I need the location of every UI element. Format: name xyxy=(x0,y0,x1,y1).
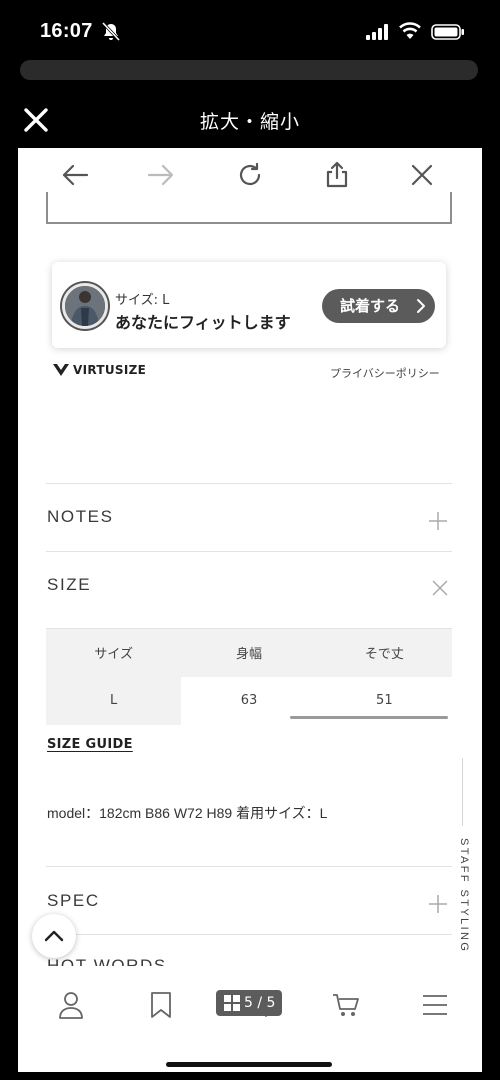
back-arrow-icon[interactable] xyxy=(58,158,92,192)
scroll-to-top-button[interactable] xyxy=(32,914,76,958)
chevron-up-icon xyxy=(44,930,64,942)
chevron-right-icon xyxy=(417,299,425,313)
status-time: 16:07 xyxy=(40,20,93,42)
size-guide-link[interactable]: SIZE GUIDE xyxy=(47,737,133,752)
sheet-background xyxy=(20,60,478,80)
grid-icon xyxy=(224,995,240,1011)
share-icon[interactable] xyxy=(320,158,354,192)
staff-styling-divider xyxy=(462,758,463,826)
virtusize-size-label: サイズ: L xyxy=(115,293,170,308)
virtusize-fit-text: あなたにフィットします xyxy=(115,313,291,332)
page-counter-label: 5 / 5 xyxy=(244,995,276,1011)
notes-section[interactable]: NOTES xyxy=(46,483,452,551)
table-header-sleeve: そで丈 xyxy=(316,628,452,677)
status-bar: 16:07 xyxy=(0,0,500,64)
menu-icon[interactable] xyxy=(418,988,452,1022)
home-indicator xyxy=(166,1062,332,1067)
bottom-navigation: 5 / 5 xyxy=(18,966,482,1044)
collapse-x-icon[interactable] xyxy=(432,580,448,596)
size-title: SIZE xyxy=(47,575,92,594)
battery-icon xyxy=(431,24,464,40)
reload-icon[interactable] xyxy=(233,158,267,192)
table-header-size: サイズ xyxy=(46,628,182,677)
account-icon[interactable] xyxy=(54,988,88,1022)
size-section[interactable]: SIZE xyxy=(46,551,452,628)
table-header-width: 身幅 xyxy=(181,628,317,677)
table-cell-size: L xyxy=(46,676,182,725)
spec-section[interactable]: SPEC xyxy=(46,866,452,934)
close-icon[interactable] xyxy=(405,158,439,192)
virtusize-card: サイズ: L あなたにフィットします 試着する xyxy=(52,262,446,348)
notes-title: NOTES xyxy=(47,507,114,526)
page-counter[interactable]: 5 / 5 xyxy=(216,990,282,1016)
spec-title: SPEC xyxy=(47,891,100,910)
silent-mode-icon xyxy=(102,22,120,42)
cellular-signal-icon xyxy=(366,24,388,40)
expand-plus-icon[interactable] xyxy=(428,894,448,914)
wifi-icon xyxy=(399,22,421,39)
try-on-button[interactable]: 試着する xyxy=(322,289,435,323)
virtusize-brand-name: VIRTUSIZE xyxy=(73,363,147,377)
avatar xyxy=(62,283,108,329)
staff-styling-tab[interactable]: STAFF STYLING xyxy=(458,838,470,953)
virtusize-brand: VIRTUSIZE xyxy=(52,363,146,377)
viewer-title: 拡大・縮小 xyxy=(199,111,300,133)
try-on-button-label: 試着する xyxy=(340,297,401,315)
expand-plus-icon[interactable] xyxy=(428,511,448,531)
size-table-header-row: サイズ 身幅 そで丈 xyxy=(46,628,452,677)
table-scroll-indicator[interactable] xyxy=(290,716,448,719)
size-table: サイズ 身幅 そで丈 L 63 51 xyxy=(46,628,452,725)
model-info: model：182cm B86 W72 H89 着用サイズ：L xyxy=(47,805,328,821)
size-select-box[interactable] xyxy=(46,192,452,224)
zoomed-page[interactable]: サイズ: L あなたにフィットします 試着する VIRTUSIZE プライバシー… xyxy=(18,148,482,1072)
bookmark-icon[interactable] xyxy=(144,988,178,1022)
forward-arrow-icon[interactable] xyxy=(144,158,178,192)
virtusize-logo-icon xyxy=(53,364,69,376)
cart-icon[interactable] xyxy=(329,988,363,1022)
privacy-policy-link[interactable]: プライバシーポリシー xyxy=(330,365,440,381)
